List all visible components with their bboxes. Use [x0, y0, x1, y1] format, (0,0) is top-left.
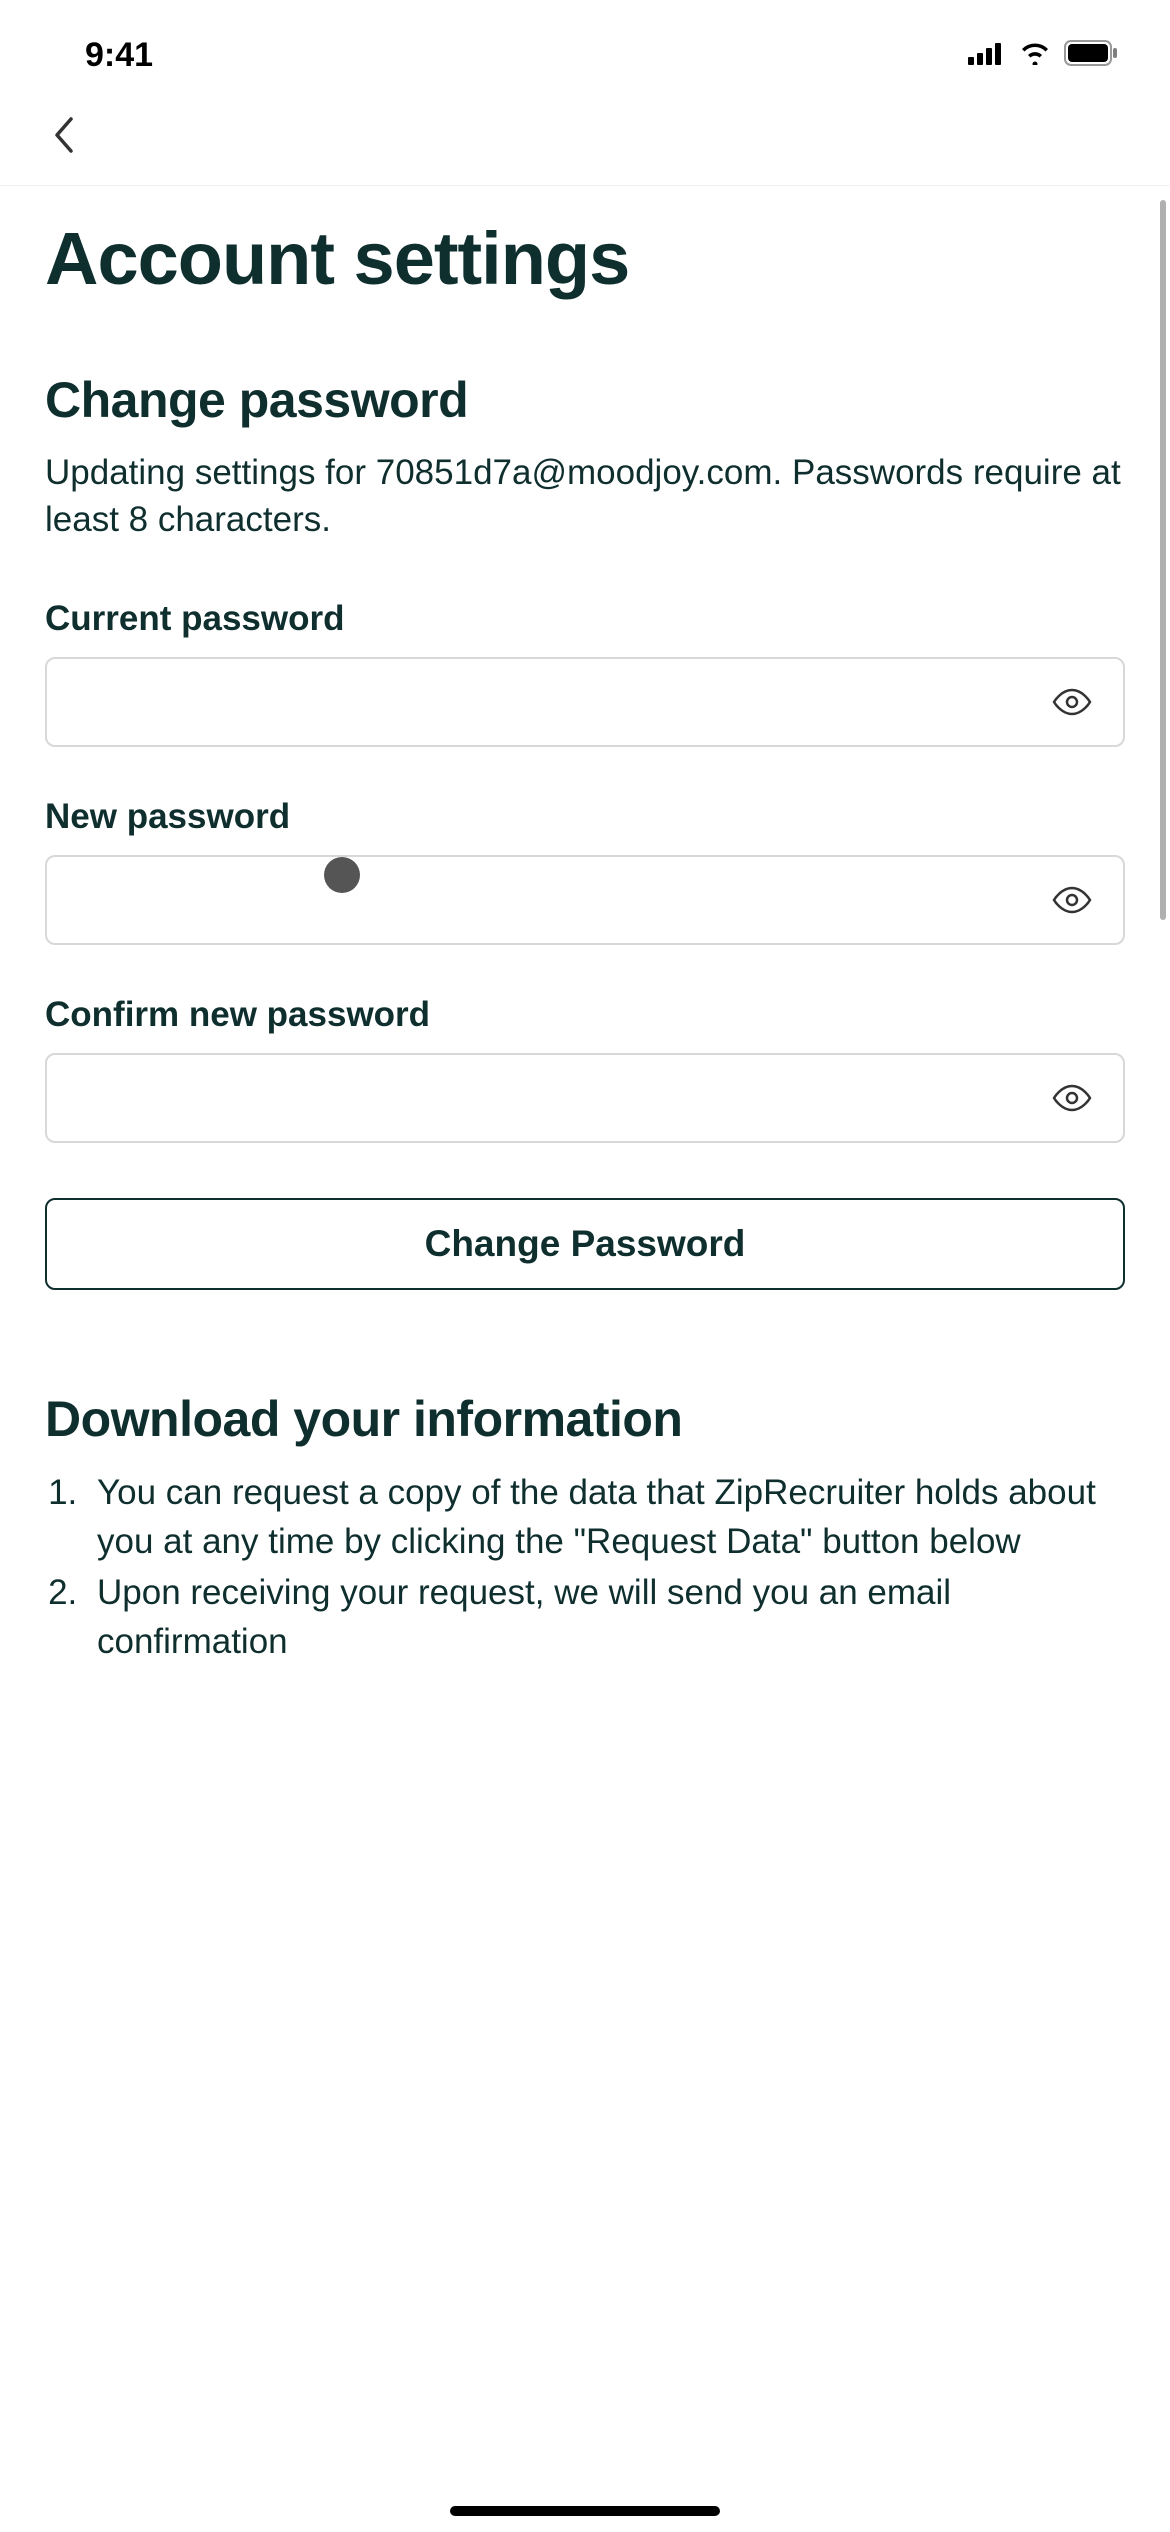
download-title: Download your information — [45, 1390, 1125, 1448]
toggle-new-password-visibility[interactable] — [1043, 877, 1101, 923]
current-password-input[interactable] — [45, 657, 1125, 747]
confirm-password-field-wrapper — [45, 1053, 1125, 1143]
cellular-icon — [968, 41, 1006, 70]
home-indicator[interactable] — [450, 2506, 720, 2516]
current-password-field-wrapper — [45, 657, 1125, 747]
new-password-input[interactable] — [45, 855, 1125, 945]
change-password-title: Change password — [45, 371, 1125, 429]
eye-icon — [1051, 687, 1093, 717]
confirm-password-input[interactable] — [45, 1053, 1125, 1143]
new-password-field-wrapper — [45, 855, 1125, 945]
download-section: Download your information You can reques… — [45, 1390, 1125, 1666]
scrollbar[interactable] — [1160, 200, 1166, 920]
eye-icon — [1051, 1083, 1093, 1113]
battery-icon — [1064, 40, 1120, 71]
cursor-indicator — [324, 857, 360, 893]
download-list-item: Upon receiving your request, we will sen… — [87, 1568, 1125, 1666]
chevron-left-icon — [53, 115, 77, 155]
change-password-button[interactable]: Change Password — [45, 1198, 1125, 1290]
page-title: Account settings — [45, 216, 1125, 301]
download-list-item: You can request a copy of the data that … — [87, 1468, 1125, 1566]
download-list: You can request a copy of the data that … — [45, 1468, 1125, 1666]
change-password-section: Change password Updating settings for 70… — [45, 371, 1125, 1390]
status-icons — [968, 40, 1120, 71]
content: Account settings Change password Updatin… — [0, 186, 1170, 1666]
wifi-icon — [1018, 41, 1052, 70]
confirm-password-label: Confirm new password — [45, 995, 1125, 1035]
eye-icon — [1051, 885, 1093, 915]
toggle-current-password-visibility[interactable] — [1043, 679, 1101, 725]
change-password-description: Updating settings for 70851d7a@moodjoy.c… — [45, 449, 1125, 544]
current-password-label: Current password — [45, 599, 1125, 639]
nav-bar — [0, 100, 1170, 186]
status-bar: 9:41 — [0, 0, 1170, 100]
back-button[interactable] — [45, 115, 85, 155]
new-password-label: New password — [45, 797, 1125, 837]
toggle-confirm-password-visibility[interactable] — [1043, 1075, 1101, 1121]
status-time: 9:41 — [85, 36, 153, 75]
